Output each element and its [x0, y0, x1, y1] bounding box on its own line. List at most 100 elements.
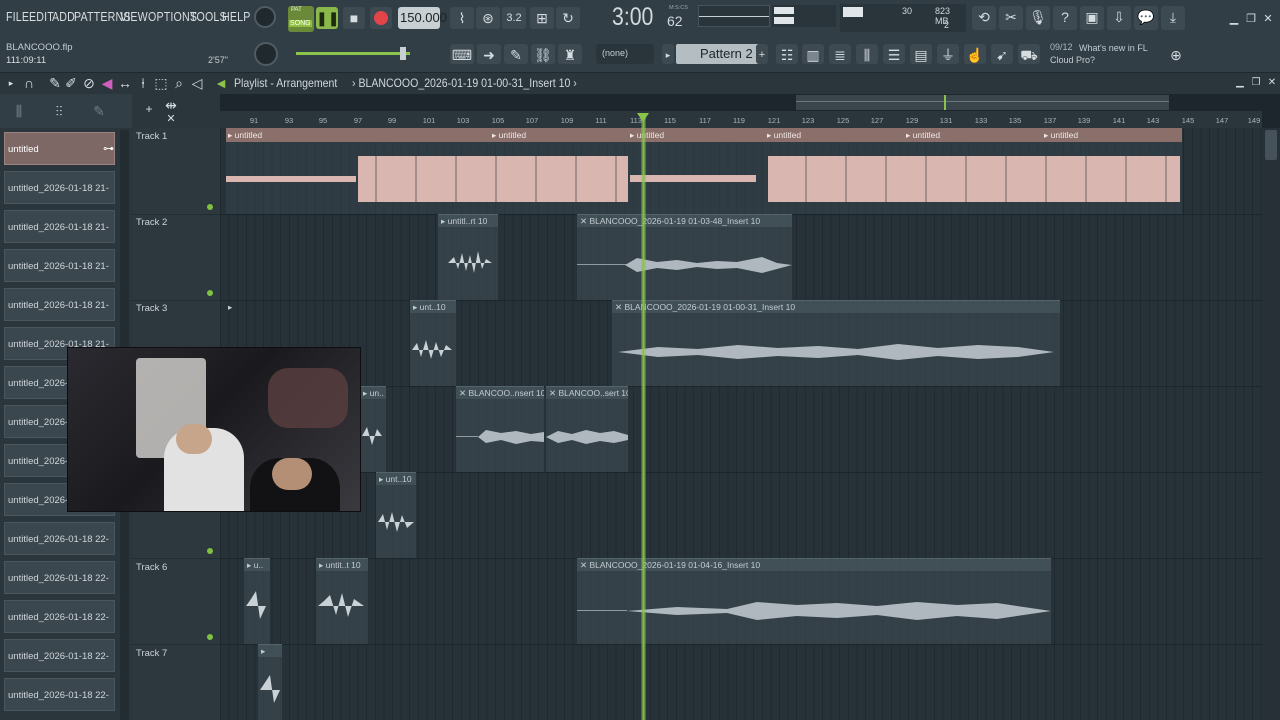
- playlist-restore-icon[interactable]: ❐: [1250, 72, 1262, 94]
- export-icon[interactable]: ⇩: [1107, 6, 1131, 30]
- piano-roll-icon[interactable]: ▥: [802, 44, 824, 64]
- audio-clip[interactable]: ▸ untitled: [906, 130, 940, 141]
- mute-tool-icon[interactable]: ◀: [100, 72, 114, 94]
- cut-icon[interactable]: ✂: [999, 6, 1023, 30]
- browser-item[interactable]: untitled_2026-01-18 22-: [4, 639, 115, 672]
- microphone-icon[interactable]: 🎙: [1026, 6, 1050, 30]
- master-volume-knob[interactable]: [254, 6, 276, 28]
- audio-clip[interactable]: ✕ BLANCOO..sert 10: [546, 386, 628, 472]
- playlist-minimize-icon[interactable]: ▁: [1234, 72, 1246, 94]
- countdown-icon[interactable]: 3.2: [502, 7, 526, 29]
- browser-item[interactable]: untitled_2026-01-18 22-: [4, 561, 115, 594]
- shop-icon[interactable]: ⛟: [1018, 44, 1040, 64]
- help-icon[interactable]: ?: [1053, 6, 1077, 30]
- paint-icon[interactable]: ✎: [504, 44, 528, 64]
- globe-icon[interactable]: ⊕: [1166, 44, 1186, 64]
- channel-icon[interactable]: ☰: [883, 44, 905, 64]
- audio-clip[interactable]: ▸: [258, 644, 282, 720]
- master-volume-slider[interactable]: [296, 47, 410, 60]
- browser-edit-icon[interactable]: ✎: [90, 100, 108, 122]
- browser-item[interactable]: untitled_2026-01-18 21-: [4, 171, 115, 204]
- browser-item[interactable]: untitled_2026-01-18 22-: [4, 600, 115, 633]
- audio-clip[interactable]: ▸ untitled: [1044, 130, 1078, 141]
- news-text[interactable]: What's new in FL Cloud Pro?: [1050, 42, 1160, 66]
- wait-input-icon[interactable]: ⊛: [476, 7, 500, 29]
- stamp-icon[interactable]: ♜: [558, 44, 582, 64]
- browser-item[interactable]: untitled_2026-01-18 21-: [4, 249, 115, 282]
- audio-clip[interactable]: ▸ untitled: [492, 130, 526, 141]
- delete-tool-icon[interactable]: ⊘: [82, 72, 96, 94]
- download-icon[interactable]: ⤓: [1161, 6, 1185, 30]
- track-1-label[interactable]: Track 1: [136, 131, 167, 142]
- audio-clip[interactable]: ✕ BLANCOO..nsert 10: [456, 386, 544, 472]
- playlist-grid[interactable]: ▸ untitled ▸ untitled ▸ untitled ▸ untit…: [220, 128, 1262, 720]
- playlist-close-icon[interactable]: ✕: [1266, 72, 1278, 94]
- plugin-icon[interactable]: ⏚: [937, 44, 959, 64]
- audio-clip[interactable]: ▸ unt..10: [410, 300, 456, 386]
- typing-keyboard-icon[interactable]: ⌨: [450, 44, 474, 64]
- audio-clip[interactable]: ▸ unt..10: [376, 472, 416, 558]
- song-mode-toggle[interactable]: PAT SONG: [288, 6, 314, 32]
- track-7-label[interactable]: Track 7: [136, 648, 167, 659]
- pattern-selector[interactable]: Pattern 2: [676, 44, 760, 64]
- timeline-ruler[interactable]: 91 93 95 97 99 101 103 105 107 109 111 1…: [220, 111, 1262, 128]
- browser-item[interactable]: untitled_2026-01-18 21-: [4, 210, 115, 243]
- step-edit-icon[interactable]: ⊞: [530, 7, 554, 29]
- magnet-icon[interactable]: ∩: [20, 72, 38, 94]
- track-2-label[interactable]: Track 2: [136, 217, 167, 228]
- audio-clip[interactable]: ▸ untit..t 10: [316, 558, 368, 644]
- restore-icon[interactable]: ❐: [1243, 8, 1259, 25]
- vertical-scrollbar[interactable]: [1262, 128, 1280, 720]
- audio-clip[interactable]: ▸: [228, 302, 248, 314]
- add-track-icon[interactable]: +: [142, 98, 156, 120]
- collapse-icon[interactable]: ✕: [164, 108, 178, 130]
- track-1-mute-led[interactable]: [207, 204, 213, 210]
- browser-item-active[interactable]: untitled ⊶: [4, 132, 115, 165]
- paint-tool-icon[interactable]: ✐: [64, 72, 78, 94]
- save-icon[interactable]: ▣: [1080, 6, 1104, 30]
- browser-item[interactable]: untitled_2026-01-18 22-: [4, 678, 115, 711]
- draw-tool-icon[interactable]: ✎: [48, 72, 62, 94]
- metronome-icon[interactable]: ⌇: [450, 7, 474, 29]
- menu-view[interactable]: VIEW: [120, 9, 148, 24]
- mixer-icon[interactable]: ⫼: [856, 44, 878, 64]
- audio-clip[interactable]: ▸ un..: [360, 386, 386, 472]
- channel-rack-icon[interactable]: ≣: [829, 44, 851, 64]
- audio-clip[interactable]: ✕ BLANCOOO_2026-01-19 01-03-48_Insert 10: [577, 214, 792, 300]
- menu-arrow-icon[interactable]: ▸: [4, 72, 18, 94]
- browser-icon[interactable]: ▤: [910, 44, 932, 64]
- horizontal-scrollbar[interactable]: [796, 95, 1169, 110]
- browser-item[interactable]: untitled_2026-01-18 21-: [4, 288, 115, 321]
- audio-clip[interactable]: ▸ u..: [244, 558, 270, 644]
- minimize-icon[interactable]: ▁: [1226, 8, 1242, 25]
- browser-mixer-icon[interactable]: ⫼: [10, 100, 28, 122]
- menu-help[interactable]: HELP: [222, 9, 251, 24]
- zoom-tool-icon[interactable]: ⌕: [172, 72, 186, 94]
- undo-icon[interactable]: ⟲: [972, 6, 996, 30]
- menu-file[interactable]: FILE: [6, 9, 29, 24]
- audio-clip[interactable]: ✕ BLANCOOO_2026-01-19 01-04-16_Insert 10: [577, 558, 1051, 644]
- audio-clip[interactable]: ✕ BLANCOOO_2026-01-19 01-00-31_Insert 10: [612, 300, 1060, 386]
- tempo-display[interactable]: 150.000: [398, 7, 447, 29]
- playback-tool-icon[interactable]: ◁: [190, 72, 204, 94]
- audio-clip[interactable]: ▸ untitl..rt 10: [438, 214, 498, 300]
- pause-button[interactable]: ❚❚: [316, 7, 339, 29]
- master-pitch-knob[interactable]: [254, 42, 278, 66]
- audio-clip[interactable]: ▸ untitled: [228, 130, 262, 141]
- stop-button[interactable]: ■: [343, 7, 365, 29]
- snap-selector[interactable]: (none): [596, 44, 654, 64]
- playlist-icon[interactable]: ☷: [776, 44, 798, 64]
- track-5-mute-led[interactable]: [207, 548, 213, 554]
- browser-item[interactable]: untitled_2026-01-18 22-: [4, 522, 115, 555]
- loop-record-icon[interactable]: ↻: [556, 7, 580, 29]
- link-icon[interactable]: ⛓: [531, 44, 555, 64]
- browser-waveform-icon[interactable]: ⫶⫶: [48, 100, 70, 122]
- tutorial-icon[interactable]: ➹: [991, 44, 1013, 64]
- select-tool-icon[interactable]: ⬚: [154, 72, 168, 94]
- menu-edit[interactable]: EDIT: [29, 9, 54, 24]
- add-pattern-icon[interactable]: +: [756, 44, 768, 64]
- record-button[interactable]: [370, 7, 392, 29]
- track-6-label[interactable]: Track 6: [136, 562, 167, 573]
- audio-clip[interactable]: ▸ untitled: [630, 130, 664, 141]
- track-2-mute-led[interactable]: [207, 290, 213, 296]
